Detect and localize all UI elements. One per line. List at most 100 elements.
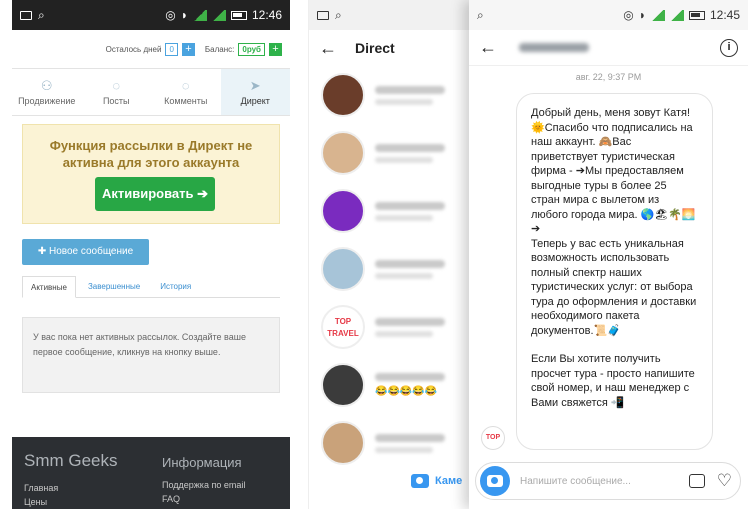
users-icon: ⚇ (40, 77, 53, 93)
signal-icon (211, 9, 226, 21)
thread-item[interactable] (321, 418, 470, 468)
heart-icon[interactable]: ♡ (717, 471, 732, 491)
search-icon: ⌕ (38, 7, 45, 22)
info-icon[interactable]: i (720, 38, 738, 57)
balance-value: 0руб (238, 43, 265, 56)
blurred-preview (375, 156, 433, 163)
back-arrow-icon[interactable]: ← (479, 37, 497, 58)
blurred-username (375, 201, 445, 210)
camera-button[interactable] (480, 466, 510, 496)
blurred-preview (375, 214, 433, 221)
paper-plane-icon: ➤ (249, 77, 261, 93)
thread-item[interactable] (321, 244, 470, 294)
status-time: 12:45 (709, 8, 740, 22)
thread-item[interactable] (321, 186, 470, 236)
wifi-icon: ◗ (180, 8, 188, 22)
avatar (321, 131, 365, 175)
camera-icon (411, 474, 429, 488)
search-icon: ⌕ (477, 7, 484, 22)
alert-text: Функция рассылки в Директ не активна для… (49, 138, 253, 170)
vibrate-icon: ◎ (165, 8, 176, 22)
inactive-alert: Функция рассылки в Директ не активна для… (22, 124, 280, 224)
status-bar: ⌕ (309, 0, 470, 30)
message-paragraph: Если Вы хотите получить просчет тура - п… (531, 353, 695, 409)
message-paragraph: Добрый день, меня зовут Катя! 🌞Спасибо ч… (531, 107, 697, 337)
blurred-preview (375, 98, 433, 105)
balance-label: Баланс: (204, 45, 235, 54)
chat-panel: ⌕ ◎ ◗ 12:45 ← i авг. 22, 9:37 PM Добрый … (469, 0, 748, 509)
footer-link-faq[interactable]: FAQ (162, 494, 180, 504)
camera-label: Каме (435, 475, 463, 487)
wifi-icon: ◗ (638, 8, 646, 22)
footer-link-support[interactable]: Поддержка по email (162, 480, 245, 490)
footer: Smm Geeks Информация Главная Цены Поддер… (12, 437, 290, 509)
blurred-username (375, 259, 445, 268)
footer-brand: Smm Geeks (24, 451, 118, 470)
emoji-preview: 😂😂😂😂😂 (375, 386, 438, 397)
vibrate-icon: ◎ (623, 8, 634, 22)
new-message-button[interactable]: ✚ Новое сообщение (22, 239, 149, 265)
blurred-username (375, 317, 445, 326)
activate-button[interactable]: Активировать ➔ (95, 177, 215, 211)
chat-header: ← i (469, 30, 748, 66)
tab-direct[interactable]: ➤ Директ (220, 69, 290, 115)
blurred-preview (375, 330, 433, 337)
thread-item[interactable] (321, 128, 470, 178)
subtab-history[interactable]: История (152, 276, 199, 297)
chat-bubble-icon: ◌ (112, 77, 121, 93)
days-left-label: Осталось дней (105, 45, 162, 54)
empty-state-text: У вас пока нет активных рассылок. Создай… (22, 317, 280, 393)
status-bar: ⌕ ◎ ◗ 12:45 (469, 0, 748, 30)
tab-posts[interactable]: ◌ Посты (82, 69, 152, 115)
blurred-preview (375, 272, 433, 279)
comment-icon: ◌ (181, 77, 190, 93)
avatar: TOP TRAVEL (321, 305, 365, 349)
search-icon: ⌕ (335, 7, 342, 22)
window-icon (317, 10, 329, 20)
subtab-active[interactable]: Активные (22, 276, 76, 298)
direct-title: Direct (355, 40, 395, 56)
tab-label: Посты (102, 95, 130, 106)
smm-app-panel: ⌕ ◎ ◗ 12:46 Осталось дней 0 + Баланс: 0р… (12, 0, 290, 509)
message-date: авг. 22, 9:37 PM (575, 72, 642, 82)
avatar (321, 73, 365, 117)
avatar (321, 363, 365, 407)
signal-icon (192, 9, 207, 21)
thread-item[interactable]: TOP TRAVEL (321, 302, 470, 352)
message-bubble: Добрый день, меня зовут Катя! 🌞Спасибо ч… (516, 93, 713, 450)
tab-promotion[interactable]: ⚇ Продвижение (12, 69, 82, 115)
add-days-button[interactable]: + (181, 43, 195, 56)
blurred-preview (375, 446, 433, 453)
back-arrow-icon[interactable]: ← (319, 38, 337, 59)
battery-icon (230, 10, 247, 20)
avatar (321, 189, 365, 233)
blurred-username (375, 433, 445, 442)
status-time: 12:46 (251, 8, 282, 22)
signal-icon (650, 9, 665, 21)
add-balance-button[interactable]: + (269, 43, 282, 56)
avatar (321, 421, 365, 465)
signal-icon (669, 9, 684, 21)
battery-icon (688, 10, 705, 20)
tab-label: Директ (240, 95, 270, 106)
window-icon (20, 10, 32, 20)
status-bar: ⌕ ◎ ◗ 12:46 (12, 0, 290, 30)
subtab-completed[interactable]: Завершенные (80, 276, 148, 297)
message-input[interactable]: Напишите сообщение... (520, 476, 689, 487)
thread-item[interactable] (321, 70, 470, 120)
direct-header: ← Direct (309, 30, 470, 66)
blurred-username (375, 143, 445, 152)
footer-link-prices[interactable]: Цены (24, 497, 47, 507)
mailing-subtabs: Активные Завершенные История (22, 276, 280, 298)
thread-item[interactable]: 😂😂😂😂😂 (321, 360, 470, 410)
blurred-username (375, 85, 445, 94)
gallery-icon[interactable] (688, 474, 705, 488)
tab-label: Продвижение (18, 95, 76, 106)
days-left-value: 0 (165, 43, 178, 56)
sender-avatar: TOP (481, 426, 505, 450)
camera-button[interactable]: Каме (411, 474, 462, 488)
tab-comments[interactable]: ◌ Комменты (151, 69, 221, 115)
footer-link-home[interactable]: Главная (24, 483, 58, 493)
avatar (321, 247, 365, 291)
direct-list-panel: ⌕ ← Direct TOP TRAVEL 😂😂😂😂😂 Каме (308, 0, 470, 509)
